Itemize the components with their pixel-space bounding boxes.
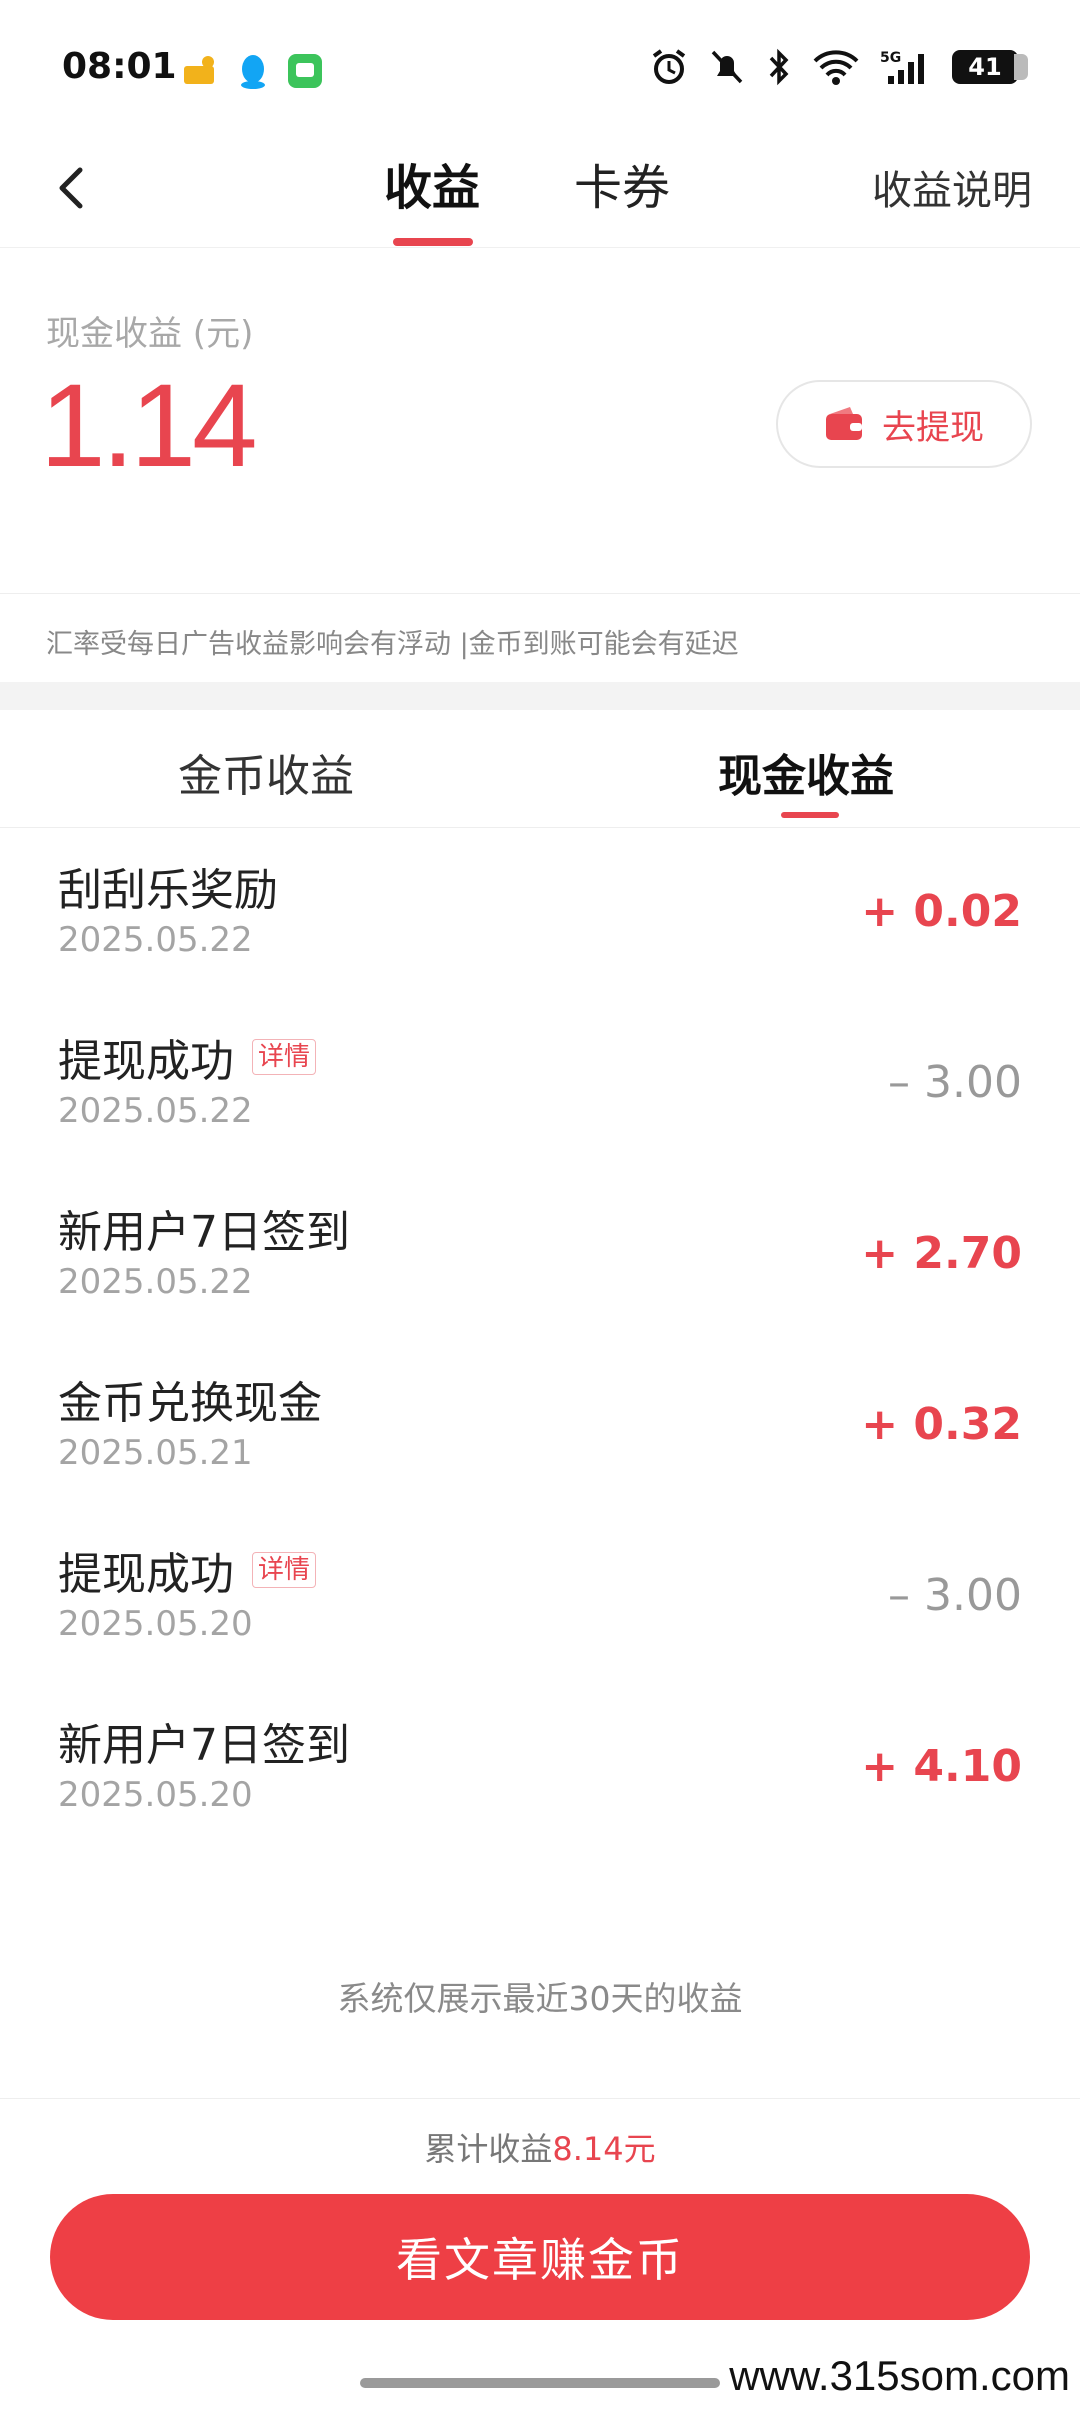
balance-label: 现金收益 (元)	[46, 314, 254, 354]
bluetooth-icon	[769, 48, 789, 86]
exchange-rate-notice: 汇率受每日广告收益影响会有浮动 |金币到账可能会有延迟	[46, 629, 739, 660]
notification-app-icon	[184, 56, 214, 84]
record-amount: + 4.10	[861, 1741, 1022, 1792]
watermark: www.315som.com	[729, 2352, 1070, 2399]
battery-icon: 41	[952, 50, 1028, 84]
list-item: 新用户7日签到 2025.05.20 + 4.10	[0, 1683, 1080, 1854]
tab-coupons[interactable]: 卡券	[574, 148, 670, 218]
earnings-explanation-link[interactable]: 收益说明	[872, 158, 1032, 216]
record-amount: – 3.00	[888, 1057, 1022, 1108]
qq-icon	[241, 55, 265, 89]
notification-icons	[182, 52, 324, 90]
section-divider	[0, 682, 1080, 710]
details-tag[interactable]: 详情	[252, 1552, 317, 1588]
record-date: 2025.05.20	[58, 1775, 253, 1815]
tab-cash-earnings[interactable]: 现金收益	[718, 740, 894, 804]
alarm-icon	[652, 49, 686, 84]
total-earnings-label: 累计收益	[424, 2130, 553, 2168]
record-amount: + 0.32	[861, 1399, 1022, 1450]
record-date: 2025.05.22	[58, 1091, 253, 1131]
active-subtab-indicator	[781, 812, 839, 818]
record-date: 2025.05.22	[58, 1262, 253, 1302]
list-item: 刮刮乐奖励 2025.05.22 + 0.02	[0, 828, 1080, 999]
record-title: 刮刮乐奖励	[58, 865, 278, 916]
history-limit-note: 系统仅展示最近30天的收益	[337, 1979, 743, 2018]
home-indicator[interactable]	[360, 2378, 720, 2388]
total-earnings: 累计收益8.14元	[0, 2124, 1080, 2170]
list-item: 新用户7日签到 2025.05.22 + 2.70	[0, 1170, 1080, 1341]
balance-amount: 1.14	[40, 360, 258, 492]
tab-coin-earnings[interactable]: 金币收益	[178, 740, 354, 804]
withdraw-button[interactable]: 去提现	[776, 380, 1032, 468]
record-amount: – 3.00	[888, 1570, 1022, 1621]
list-item: 提现成功 详情 2025.05.22 – 3.00	[0, 999, 1080, 1170]
balance-section: 现金收益 (元) 1.14 去提现	[0, 248, 1080, 594]
list-item: 提现成功 详情 2025.05.20 – 3.00	[0, 1512, 1080, 1683]
withdraw-label: 去提现	[882, 407, 984, 448]
record-title: 新用户7日签到	[58, 1207, 350, 1258]
top-nav: 收益 卡券 收益说明	[0, 130, 1080, 248]
record-title: 新用户7日签到	[58, 1720, 350, 1771]
record-title: 提现成功	[58, 1036, 234, 1087]
earnings-list: 刮刮乐奖励 2025.05.22 + 0.02 提现成功 详情 2025.05.…	[0, 828, 1080, 1854]
list-item: 金币兑换现金 2025.05.21 + 0.32	[0, 1341, 1080, 1512]
record-amount: + 2.70	[861, 1228, 1022, 1279]
active-tab-indicator	[393, 238, 473, 246]
record-title: 金币兑换现金	[58, 1378, 322, 1429]
status-right-icons: 5G 41	[650, 48, 1028, 86]
total-earnings-value: 8.14元	[552, 2130, 656, 2168]
message-app-icon	[288, 54, 322, 88]
mute-bell-icon	[711, 50, 743, 84]
bottom-divider	[0, 2098, 1080, 2099]
wallet-icon	[826, 407, 862, 440]
record-date: 2025.05.21	[58, 1433, 253, 1473]
svg-text:5G: 5G	[880, 50, 901, 66]
earnings-subtabs: 金币收益 现金收益	[0, 710, 1080, 828]
record-amount: + 0.02	[861, 886, 1022, 937]
read-articles-earn-coins-button[interactable]: 看文章赚金币	[50, 2194, 1030, 2320]
wifi-icon	[813, 50, 859, 85]
record-title: 提现成功	[58, 1549, 234, 1600]
status-time: 08:01	[62, 46, 177, 87]
details-tag[interactable]: 详情	[252, 1039, 317, 1075]
tab-earnings[interactable]: 收益	[384, 148, 480, 218]
signal-5g-icon: 5G	[880, 50, 924, 84]
record-date: 2025.05.22	[58, 920, 253, 960]
status-bar: 08:01 5G 41	[0, 0, 1080, 130]
record-date: 2025.05.20	[58, 1604, 253, 1644]
back-arrow-icon[interactable]	[40, 152, 110, 222]
